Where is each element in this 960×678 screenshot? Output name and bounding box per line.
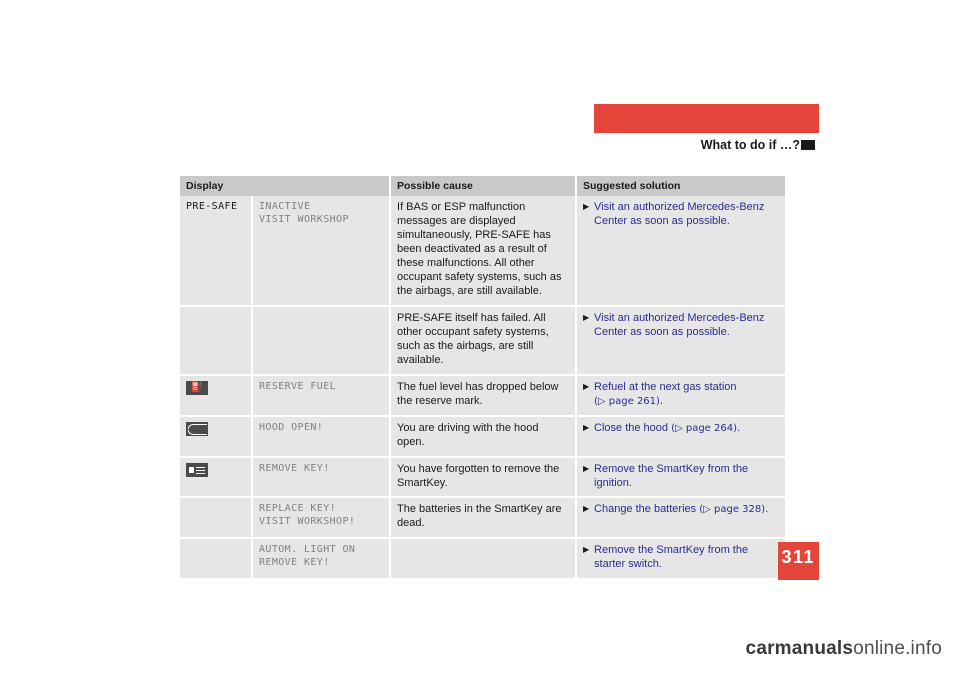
watermark: carmanualsonline.info bbox=[0, 638, 960, 660]
column-header-possible-cause: Possible cause bbox=[390, 176, 578, 196]
suggested-solution: ▶ Visit an authorized Mercedes-Benz Cent… bbox=[576, 196, 786, 307]
display-message bbox=[252, 305, 392, 376]
table-row: HOOD OPEN! You are driving with the hood… bbox=[180, 415, 786, 458]
solution-label: Refuel at the next gas station bbox=[594, 380, 737, 393]
display-message: REPLACE KEY! VISIT WORKSHOP! bbox=[252, 497, 392, 540]
column-header-display: Display bbox=[180, 176, 392, 196]
watermark-suffix: online.info bbox=[853, 638, 942, 659]
page-number: 311 bbox=[781, 547, 815, 567]
display-symbol-cell bbox=[180, 538, 253, 579]
solution-text: Change the batteries (▷ page 328). bbox=[594, 503, 779, 517]
possible-cause: The batteries in the SmartKey are dead. bbox=[390, 497, 578, 540]
practical-hints-title: Practical hints bbox=[845, 5, 948, 21]
column-header-suggested-solution: Suggested solution bbox=[576, 176, 786, 196]
suggested-solution: ▶ Refuel at the next gas station (▷ page… bbox=[576, 374, 786, 417]
solution-text: Remove the SmartKey from the ignition. bbox=[594, 462, 749, 489]
display-symbol-cell: ⛽ bbox=[180, 374, 253, 417]
possible-cause bbox=[390, 538, 578, 579]
solution-text: Refuel at the next gas station (▷ page 2… bbox=[594, 381, 779, 409]
display-message: REMOVE KEY! bbox=[252, 456, 392, 499]
what-to-do-if-table: Display Possible cause Suggested solutio… bbox=[180, 176, 786, 579]
practical-hints-banner bbox=[594, 104, 819, 133]
table-row: REMOVE KEY! You have forgotten to remove… bbox=[180, 456, 786, 499]
display-message: AUTOM. LIGHT ON REMOVE KEY! bbox=[252, 538, 392, 579]
possible-cause: The fuel level has dropped below the res… bbox=[390, 374, 578, 417]
suggested-solution: ▶ Remove the SmartKey from the ignition. bbox=[576, 456, 786, 499]
table-header-row: Display Possible cause Suggested solutio… bbox=[180, 176, 786, 196]
possible-cause: You have forgotten to remove the SmartKe… bbox=[390, 456, 578, 499]
bullet-icon: ▶ bbox=[583, 545, 590, 555]
key-icon bbox=[186, 462, 208, 477]
possible-cause: If BAS or ESP malfunction messages are d… bbox=[390, 196, 578, 307]
solution-label: Close the hood bbox=[594, 421, 669, 434]
display-symbol-cell bbox=[180, 456, 253, 499]
display-message: HOOD OPEN! bbox=[252, 415, 392, 458]
page-reference: (▷ page 261). bbox=[594, 395, 664, 407]
table-row: REPLACE KEY! VISIT WORKSHOP! The batterie… bbox=[180, 497, 786, 540]
suggested-solution: ▶ Close the hood (▷ page 264). bbox=[576, 415, 786, 458]
table-row: PRE-SAFE itself has failed. All other oc… bbox=[180, 305, 786, 376]
page-reference: (▷ page 264). bbox=[671, 422, 741, 434]
table-row: PRE-SAFE INACTIVE VISIT WORKSHOP If BAS o… bbox=[180, 196, 786, 307]
table-row: AUTOM. LIGHT ON REMOVE KEY! ▶ Remove the … bbox=[180, 538, 786, 579]
suggested-solution: ▶ Change the batteries (▷ page 328). bbox=[576, 497, 786, 540]
solution-label: Change the batteries bbox=[594, 503, 697, 516]
solution-text: Close the hood (▷ page 264). bbox=[594, 422, 779, 436]
page-reference: (▷ page 328). bbox=[699, 504, 769, 516]
suggested-solution: ▶ Visit an authorized Mercedes-Benz Cent… bbox=[576, 305, 786, 376]
display-symbol-cell bbox=[180, 415, 253, 458]
bullet-icon: ▶ bbox=[583, 381, 590, 391]
possible-cause: You are driving with the hood open. bbox=[390, 415, 578, 458]
bullet-icon: ▶ bbox=[583, 422, 590, 432]
possible-cause: PRE-SAFE itself has failed. All other oc… bbox=[390, 305, 578, 376]
display-code bbox=[180, 305, 253, 376]
bullet-icon: ▶ bbox=[583, 202, 590, 211]
display-message: RESERVE FUEL bbox=[252, 374, 392, 417]
fuel-pump-icon: ⛽ bbox=[186, 380, 208, 395]
solution-text: Visit an authorized Mercedes-Benz Center… bbox=[594, 201, 765, 227]
bullet-icon: ▶ bbox=[583, 312, 590, 322]
solution-text: Visit an authorized Mercedes-Benz Center… bbox=[594, 311, 765, 338]
display-code: PRE-SAFE bbox=[180, 196, 253, 307]
display-symbol-cell bbox=[180, 497, 253, 540]
section-subtitle: What to do if …? bbox=[700, 138, 800, 152]
subtitle-marker bbox=[801, 140, 815, 150]
bullet-icon: ▶ bbox=[583, 463, 590, 473]
hood-open-icon bbox=[186, 421, 208, 436]
watermark-prefix: carmanuals bbox=[745, 638, 854, 659]
bullet-icon: ▶ bbox=[583, 504, 590, 514]
table-row: ⛽ RESERVE FUEL The fuel level has droppe… bbox=[180, 374, 786, 417]
display-message: INACTIVE VISIT WORKSHOP bbox=[252, 196, 392, 307]
